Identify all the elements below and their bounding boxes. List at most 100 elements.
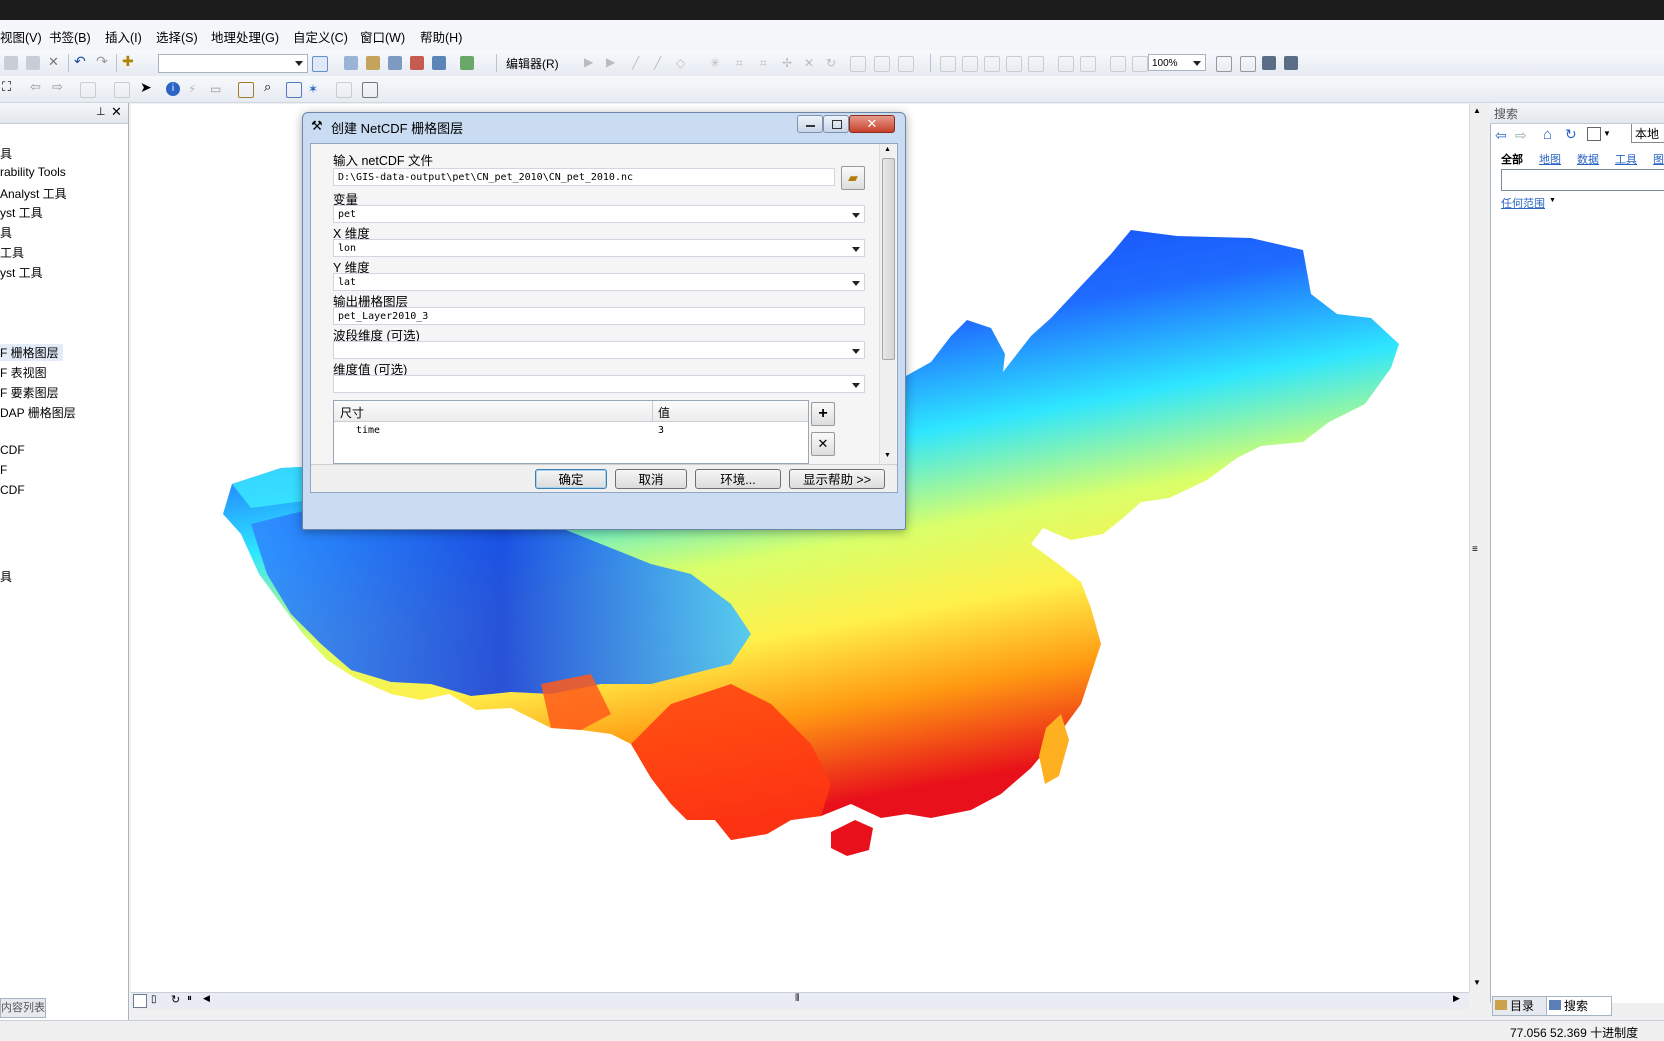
go-to-xy-icon[interactable]: ✶ [308,82,322,96]
undo-icon[interactable]: ↶ [74,53,88,69]
maximize-button[interactable] [823,115,849,133]
home-icon[interactable]: ⌂ [1543,126,1552,143]
find-binoculars-icon[interactable]: ⌕ [264,79,278,94]
create-features-icon[interactable] [898,56,914,72]
pause-drawing-icon[interactable]: ⏸ [187,993,192,1004]
tree-item[interactable]: F [0,463,7,477]
pin-icon[interactable]: ⊥ [96,105,106,118]
fixed-zoom-in-icon[interactable] [1058,56,1074,72]
menu-geoprocessing[interactable]: 地理处理(G) [211,27,279,46]
menu-insert[interactable]: 插入(I) [105,27,142,46]
add-row-icon[interactable]: + [811,402,835,426]
tree-item[interactable]: DAP 栅格图层 [0,404,76,421]
delete-icon[interactable]: ✕ [48,54,62,69]
tree-item[interactable]: 具 [0,145,12,162]
data-view-icon[interactable] [133,994,147,1008]
tree-item[interactable]: 工具 [0,244,24,261]
forward-arrow-icon[interactable]: ⇨ [1515,127,1527,144]
focus-data-frame-icon[interactable] [1240,56,1256,72]
minimize-button[interactable] [797,115,823,133]
full-extent-icon[interactable]: ⛶ [2,79,16,94]
select-pointer-icon[interactable]: ➤ [140,79,154,95]
layout-zoom-combo[interactable]: 100% [1148,54,1206,71]
zoom-whole-page-icon[interactable] [1006,56,1022,72]
rotate-icon[interactable]: ↻ [826,56,840,70]
clear-selection-icon[interactable] [114,82,130,98]
scroll-down-icon[interactable]: ▼ [884,452,891,459]
menu-view[interactable]: 视图(V) [0,27,42,46]
search-tab[interactable]: 搜索 [1546,996,1612,1016]
copy-icon[interactable] [4,56,18,70]
go-forward-extent-icon[interactable] [1132,56,1148,72]
reshape-icon[interactable]: ⌗ [760,56,774,70]
tree-item[interactable]: rability Tools [0,165,66,179]
map-horizontal-scrollbar[interactable]: ▯ ↻ ⏸ ◀ ⦀ ▶ [131,992,1469,1009]
split-icon[interactable]: ✕ [804,56,818,70]
find-route-icon[interactable] [286,82,302,98]
scroll-up-icon[interactable]: ▲ [884,146,891,153]
dialog-title-bar[interactable]: ⚒ 创建 NetCDF 栅格图层 ✕ [303,113,905,139]
refresh-icon[interactable]: ↻ [1565,126,1577,143]
output-layer-field[interactable]: pet_Layer2010_3 [333,307,865,325]
straight-segment-icon[interactable]: ╱ [632,56,646,70]
editor-toolbar-icon[interactable] [312,56,328,72]
layout-view-icon[interactable]: ▯ [151,994,157,1005]
tree-item[interactable]: F 表视图 [0,364,47,381]
html-popup-icon[interactable]: ▭ [210,82,224,96]
python-window-icon[interactable] [432,56,446,70]
tree-item[interactable]: 具 [0,224,12,241]
tree-item[interactable]: 具 [0,568,12,585]
browse-folder-icon[interactable]: ▰ [841,166,865,190]
tree-item[interactable]: yst 工具 [0,264,43,281]
viewer-window-icon[interactable] [362,82,378,98]
table-icon[interactable] [344,56,358,70]
cancel-button[interactable]: 取消 [615,469,687,489]
menu-help[interactable]: 帮助(H) [420,27,462,46]
tree-item[interactable]: Analyst 工具 [0,185,67,202]
toggle-draft-mode-icon[interactable] [1216,56,1232,72]
filter-tools[interactable]: 工具 [1615,151,1637,167]
table-row[interactable]: time 3 [334,422,808,440]
toc-tab[interactable]: 内容列表 [0,998,46,1018]
paste-icon[interactable] [26,56,40,70]
cut-polygons-icon[interactable]: ✢ [782,56,796,70]
show-help-button[interactable]: 显示帮助 >> [789,469,885,489]
select-elements-icon[interactable] [80,82,96,98]
dimension-values-dropdown[interactable] [333,375,865,393]
scope-link[interactable]: 任何范围 [1501,195,1545,211]
fixed-zoom-out-icon[interactable] [1080,56,1096,72]
hyperlink-icon[interactable]: ⚡ [188,82,202,96]
scroll-grip-icon[interactable]: ≡ [1472,544,1478,555]
catalog-icon[interactable] [366,56,380,70]
edit-tool-icon[interactable]: ▶ [584,55,598,69]
tree-item-selected[interactable]: F 栅格图层 [0,344,63,361]
layout-zoom-in-icon[interactable] [940,56,956,72]
close-icon[interactable]: ✕ [111,104,122,120]
options-icon[interactable] [1587,127,1601,141]
remove-row-icon[interactable]: ✕ [811,432,835,456]
x-dimension-dropdown[interactable]: lon [333,239,865,257]
close-button[interactable]: ✕ [849,115,895,133]
map-vertical-scrollbar[interactable]: ▲ ≡ ▼ [1469,104,1484,992]
trace-icon[interactable]: ◇ [676,56,690,70]
input-file-field[interactable]: D:\GIS-data-output\pet\CN_pet_2010\CN_pe… [333,168,835,186]
model-builder-icon[interactable] [460,56,474,70]
tree-item[interactable]: CDF [0,483,25,497]
scroll-right-icon[interactable]: ▶ [1453,993,1460,1004]
layout-zoom-out-icon[interactable] [962,56,978,72]
chevron-down-icon[interactable]: ▼ [1603,129,1611,138]
tree-item[interactable]: CDF [0,443,25,457]
scroll-grip-icon[interactable]: ⦀ [795,993,799,1004]
edit-vertices-icon[interactable]: ⌗ [736,56,750,70]
ok-button[interactable]: 确定 [535,469,607,489]
data-driven-pages-icon[interactable] [1284,56,1298,70]
editor-menu[interactable]: 编辑器(R) [506,55,559,72]
filter-maps[interactable]: 地图 [1539,151,1561,167]
catalog-tab[interactable]: 目录 [1492,996,1548,1016]
filter-all[interactable]: 全部 [1501,151,1523,167]
chevron-down-icon[interactable]: ▼ [1549,197,1556,204]
attributes-icon[interactable] [850,56,866,72]
arctoolbox-icon[interactable] [410,56,424,70]
scroll-thumb[interactable] [882,158,895,360]
search-input[interactable] [1501,169,1664,191]
